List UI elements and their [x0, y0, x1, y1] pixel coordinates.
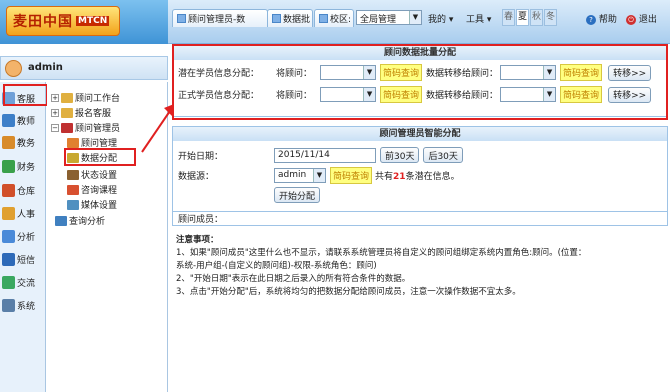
- season-autumn[interactable]: 秋: [530, 9, 543, 26]
- source-query-button[interactable]: 简码查询: [330, 167, 373, 184]
- menu-tools[interactable]: 工具 ▾: [466, 12, 491, 25]
- nav-item-analysis[interactable]: 分析: [2, 226, 44, 246]
- people-icon: [67, 137, 79, 148]
- main-content: 顾问数据批量分配 潜在学员信息分配： 将顾问： ▼ 简码查询 数据转移给顾问： …: [172, 44, 670, 392]
- start-date-row: 开始日期： 2015/11/14 前30天 后30天: [173, 147, 667, 163]
- members-label: 顾问成员：: [178, 215, 224, 225]
- username: admin: [28, 62, 63, 73]
- note-line-1b: 系统-用户组-(自定义的顾问组)-权限-系统角色：顾问): [176, 261, 377, 271]
- chevron-down-icon: ▼: [409, 11, 421, 24]
- avatar: [5, 60, 22, 77]
- menu-mine[interactable]: 我的 ▾: [428, 12, 453, 25]
- tree-item-query[interactable]: 查询分析: [55, 214, 105, 227]
- tree-item-course[interactable]: 咨询课程: [67, 183, 117, 196]
- members-row: 顾问成员：: [173, 211, 667, 225]
- note-line-1: 1、如果"顾问成员"这里什么也不显示，请联系系统管理员将自定义的顾问组绑定系统内…: [176, 248, 587, 258]
- nav-item-warehouse[interactable]: 仓库: [2, 180, 44, 200]
- collapse-icon: −: [51, 123, 59, 132]
- phone-icon: [2, 252, 15, 266]
- start-row: 开始分配: [173, 187, 667, 203]
- folder-icon: [61, 107, 73, 118]
- smart-title: 顾问管理员智能分配: [173, 127, 667, 141]
- start-date-label: 开始日期：: [178, 151, 224, 162]
- tree-item-status[interactable]: 状态设置: [67, 168, 117, 181]
- nav-item-academic[interactable]: 教务: [2, 132, 44, 152]
- folder-icon: [61, 92, 73, 103]
- season-spring[interactable]: 春: [502, 9, 515, 26]
- media-icon: [67, 199, 79, 210]
- help-button[interactable]: ? 帮助: [586, 12, 617, 25]
- count-text: 共有21条潜在信息。: [375, 172, 460, 182]
- start-date-input[interactable]: 2015/11/14: [274, 147, 376, 163]
- tab-consultant-admin[interactable]: 顾问管理员-数: [172, 9, 268, 27]
- page-icon: [177, 14, 186, 23]
- start-distribute-button[interactable]: 开始分配: [274, 187, 321, 203]
- source-row: 数据源： admin ▼ 简码查询 共有21条潜在信息。: [173, 167, 667, 184]
- money-icon: [2, 159, 15, 173]
- top-toolbar: 顾问管理员-数 数据批 校区: 全局管理 ▼ 我的 ▾ 工具 ▾ 春 夏 秋 冬 …: [168, 0, 670, 44]
- smart-panel: 顾问管理员智能分配 开始日期： 2015/11/14 前30天 后30天 数据源…: [172, 126, 668, 226]
- expand-icon: +: [51, 93, 59, 102]
- tree-item-consultant-admin[interactable]: − 顾问管理员: [51, 121, 120, 134]
- page-icon: [272, 14, 281, 23]
- page-icon: [319, 14, 328, 23]
- campus-select[interactable]: 全局管理 ▼: [356, 10, 422, 25]
- expand-icon: +: [51, 108, 59, 117]
- nav-item-teacher[interactable]: 教师: [2, 110, 44, 130]
- logo-area: 麦田中国 MTCN: [0, 0, 168, 44]
- chart-icon: [2, 229, 15, 243]
- person-icon: [2, 206, 15, 220]
- note-line-2: 2、"开始日期"表示在此日期之后录入的所有符合条件的数据。: [176, 274, 411, 284]
- user-bar: admin: [0, 56, 168, 80]
- nav-item-chat[interactable]: 交流: [2, 272, 44, 292]
- notes-title: 注意事项：: [176, 235, 219, 245]
- book-icon: [2, 113, 15, 127]
- course-icon: [67, 184, 79, 195]
- tree-item-media[interactable]: 媒体设置: [67, 198, 117, 211]
- folder-icon: [61, 122, 73, 133]
- chevron-down-icon: ▼: [313, 169, 325, 182]
- highlight-batch-panel: [172, 44, 668, 120]
- notes-section: 注意事项： 1、如果"顾问成员"这里什么也不显示，请联系系统管理员将自定义的顾问…: [176, 234, 666, 299]
- tree-item-workbench[interactable]: + 顾问工作台: [51, 91, 120, 104]
- prev30-button[interactable]: 前30天: [380, 147, 420, 163]
- gear-icon: [2, 298, 15, 312]
- nav-item-sms[interactable]: 短信: [2, 249, 44, 269]
- academic-icon: [2, 135, 15, 149]
- next30-button[interactable]: 后30天: [423, 147, 463, 163]
- chat-icon: [2, 275, 15, 289]
- highlight-data-dist: [64, 148, 136, 166]
- nav-item-system[interactable]: 系统: [2, 295, 44, 315]
- house-icon: [2, 183, 15, 197]
- brand-logo: 麦田中国 MTCN: [6, 6, 120, 36]
- nav-item-hr[interactable]: 人事: [2, 203, 44, 223]
- tab-campus[interactable]: 校区:: [314, 9, 354, 27]
- help-icon: ?: [586, 15, 596, 25]
- nav-item-finance[interactable]: 财务: [2, 156, 44, 176]
- search-icon: [55, 215, 67, 226]
- season-summer[interactable]: 夏: [516, 9, 529, 26]
- source-label: 数据源：: [178, 172, 215, 182]
- note-line-3: 3、点击"开始分配"后，系统将均匀的把数据分配给顾问成员，注意一次操作数据不宜太…: [176, 287, 521, 297]
- highlight-service: [3, 84, 48, 106]
- vertical-nav: 客服 教师 教务 财务 仓库 人事 分析 短信 交流 系统: [0, 82, 46, 392]
- logout-button[interactable]: ⏻ 退出: [626, 12, 657, 25]
- tab-data-batch[interactable]: 数据批: [267, 9, 313, 27]
- status-icon: [67, 169, 79, 180]
- tree-item-signup[interactable]: + 报名客服: [51, 106, 111, 119]
- season-winter[interactable]: 冬: [544, 9, 557, 26]
- source-select[interactable]: admin ▼: [274, 168, 326, 183]
- power-icon: ⏻: [626, 15, 636, 25]
